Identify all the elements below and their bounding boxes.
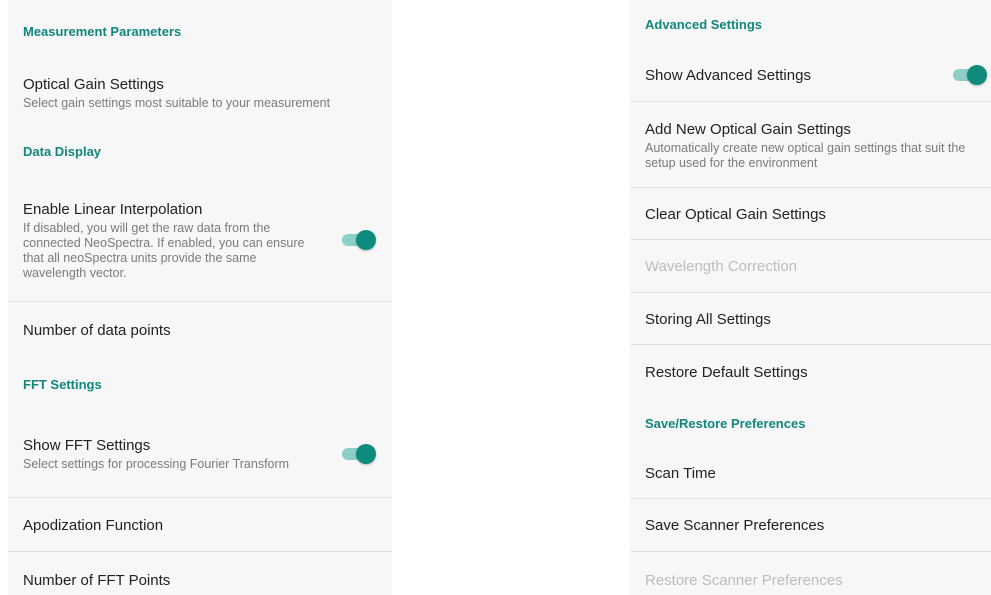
item-title: Storing All Settings [645,310,771,328]
apodization-function-item[interactable]: Apodization Function [8,498,392,552]
item-title: Apodization Function [23,516,164,534]
restore-scanner-preferences-item: Restore Scanner Preferences [630,552,991,595]
item-title: Enable Linear Interpolation [23,200,203,218]
item-title: Clear Optical Gain Settings [645,205,826,223]
save-scanner-preferences-item[interactable]: Save Scanner Preferences [630,499,991,552]
number-of-data-points-item[interactable]: Number of data points [8,302,392,358]
toggle-thumb [356,444,376,464]
section-header-measurement-parameters: Measurement Parameters [23,23,182,39]
item-title: Restore Default Settings [645,363,808,381]
enable-linear-interpolation-item[interactable]: Enable Linear Interpolation If disabled,… [8,178,392,302]
item-title: Show Advanced Settings [645,66,811,84]
item-subtitle: Automatically create new optical gain se… [645,140,966,170]
right-settings-panel: Advanced Settings Show Advanced Settings… [630,0,991,595]
add-new-optical-gain-settings-item[interactable]: Add New Optical Gain Settings Automatica… [630,102,991,188]
item-subtitle: Select settings for processing Fourier T… [23,457,290,471]
item-subtitle: If disabled, you will get the raw data f… [23,220,305,280]
storing-all-settings-item[interactable]: Storing All Settings [630,293,991,345]
scan-time-item[interactable]: Scan Time [630,447,991,499]
item-title: Show FFT Settings [23,437,151,454]
restore-default-settings-item[interactable]: Restore Default Settings [630,345,991,399]
section-header-save-restore-preferences: Save/Restore Preferences [645,415,806,431]
clear-optical-gain-settings-item[interactable]: Clear Optical Gain Settings [630,188,991,240]
show-advanced-settings-item[interactable]: Show Advanced Settings [630,48,991,102]
item-title: Restore Scanner Preferences [645,571,843,589]
show-fft-settings-toggle[interactable] [342,444,376,464]
item-title: Wavelength Correction [645,258,798,275]
wavelength-correction-item: Wavelength Correction [630,240,991,293]
item-title: Scan Time [645,464,716,482]
toggle-thumb [356,230,376,250]
toggle-thumb [967,65,987,85]
left-settings-panel: Measurement Parameters Optical Gain Sett… [8,0,392,595]
linear-interpolation-toggle[interactable] [342,230,376,250]
optical-gain-settings-item[interactable]: Optical Gain Settings Select gain settin… [8,62,392,124]
item-title: Optical Gain Settings [23,76,164,93]
item-title: Add New Optical Gain Settings [645,120,851,138]
section-header-advanced-settings: Advanced Settings [645,16,763,32]
show-fft-settings-item[interactable]: Show FFT Settings Select settings for pr… [8,410,392,498]
section-header-data-display: Data Display [23,143,102,159]
item-title: Save Scanner Preferences [645,517,825,534]
number-of-fft-points-item[interactable]: Number of FFT Points [8,552,392,595]
item-title: Number of FFT Points [23,571,171,589]
item-title: Number of data points [23,321,171,339]
section-header-fft-settings: FFT Settings [23,376,102,392]
show-advanced-settings-toggle[interactable] [953,65,987,85]
item-subtitle: Select gain settings most suitable to yo… [23,96,331,110]
